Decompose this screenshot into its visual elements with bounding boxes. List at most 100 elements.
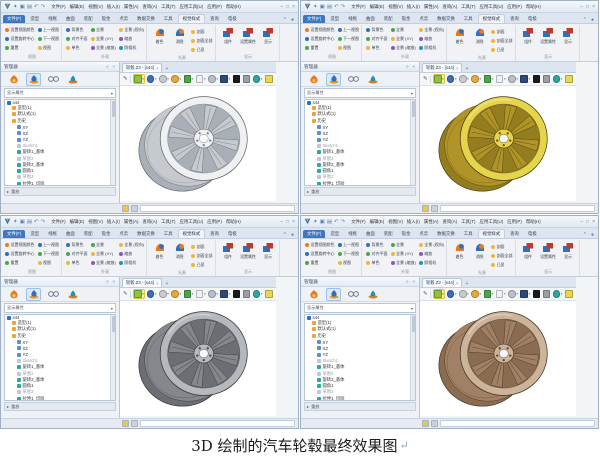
wireframe-display-icon[interactable]: ▾ [171, 75, 181, 83]
ribbon-button[interactable]: 设置视图颜色 [5, 26, 35, 34]
ribbon-button[interactable]: 凸显 [491, 261, 513, 269]
menu-item[interactable]: 应用工具(U) [180, 4, 204, 10]
solid-manager-tab-icon[interactable] [26, 72, 41, 86]
ribbon-tab[interactable]: 装配 [380, 230, 397, 238]
redo-icon[interactable]: ↷ [341, 219, 346, 225]
history-manager-tab-icon[interactable] [307, 289, 320, 300]
ribbon-tab[interactable]: 查询 [506, 15, 523, 23]
ribbon-tab[interactable]: 查询 [506, 230, 523, 238]
menu-item[interactable]: 应用(P) [207, 4, 222, 10]
new-tab-icon[interactable]: + [463, 281, 470, 287]
light-toggle-icon[interactable] [265, 75, 273, 83]
document-tab[interactable]: 轮毂.Z3 - [s44] × [422, 278, 463, 287]
ribbon-button[interactable]: 上一视图 [37, 241, 59, 249]
ribbon-button[interactable]: 重置 [305, 259, 335, 267]
new-file-icon[interactable]: ✦ [13, 4, 18, 10]
window-control-icon[interactable]: – [280, 219, 283, 225]
menu-item[interactable]: 属性(A) [424, 219, 439, 225]
layer-manager-tab-icon[interactable] [66, 74, 79, 85]
model-viewport[interactable] [420, 301, 576, 416]
ribbon-tab[interactable]: 线框 [344, 230, 361, 238]
ribbon-button[interactable]: 设置旋转中心 [305, 35, 335, 43]
menu-item[interactable]: 编辑(E) [370, 219, 385, 225]
ribbon-tab[interactable]: 装配 [80, 15, 97, 23]
background-black-icon[interactable] [232, 75, 241, 83]
tab-close-icon[interactable]: × [456, 66, 459, 71]
ribbon-tab[interactable]: 线框 [44, 230, 61, 238]
menu-item[interactable]: 视图(V) [88, 4, 103, 10]
ribbon-big-button[interactable]: 显示 [560, 26, 577, 45]
ribbon-tab[interactable]: 工具 [160, 15, 177, 23]
display-mode-dropdown[interactable]: 显示属性 ▾ [4, 303, 116, 313]
window-control-icon[interactable]: × [292, 4, 295, 10]
panel-pin-close-icons[interactable]: ⊹ × [405, 64, 416, 70]
ribbon-button[interactable]: 全景 [90, 241, 116, 249]
section-view-icon[interactable]: ▾ [183, 75, 193, 83]
ribbon-button[interactable]: 视图 [337, 44, 360, 52]
background-gray-icon[interactable] [542, 290, 551, 298]
ribbon-button[interactable]: 背景色 [366, 26, 388, 34]
replay-bar[interactable]: ▸ 重放 [4, 402, 116, 411]
menu-item[interactable]: 视图(V) [88, 219, 103, 225]
hidden-line-display-icon[interactable]: ▾ [459, 290, 469, 298]
help-icon[interactable]: ● [291, 17, 294, 23]
ribbon-big-button[interactable]: 设置属性 [240, 241, 257, 260]
layer-manager-tab-icon[interactable] [366, 74, 379, 85]
ribbon-button[interactable]: 缩放 [118, 35, 144, 43]
ribbon-tab[interactable]: 装配 [80, 230, 97, 238]
ribbon-button[interactable]: 缩放 [418, 35, 444, 43]
ribbon-button[interactable]: 重置 [305, 44, 335, 52]
new-file-icon[interactable]: ✦ [313, 4, 318, 10]
document-tab[interactable]: 轮毂.Z3 - [s44] × [422, 63, 463, 72]
menu-item[interactable]: 文件(F) [51, 219, 65, 225]
wireframe-display-icon[interactable]: ▾ [471, 290, 481, 298]
ribbon-button[interactable]: 上一视图 [337, 26, 359, 34]
solid-manager-tab-icon[interactable] [326, 72, 341, 86]
tree-scrollbar[interactable] [410, 100, 415, 185]
ribbon-tab[interactable]: 工具 [460, 15, 477, 23]
status-input-field[interactable] [440, 204, 595, 213]
window-control-icon[interactable]: – [580, 219, 583, 225]
open-file-icon[interactable]: ▤ [27, 219, 32, 225]
ribbon-tab[interactable]: 数据交换 [133, 15, 159, 23]
ribbon-tab[interactable]: 造型 [326, 15, 343, 23]
menu-item[interactable]: 帮助(H) [526, 219, 541, 225]
edit-sketch-icon[interactable]: ✎ [123, 291, 128, 297]
ribbon-tab[interactable]: 曲面 [362, 15, 379, 23]
help-icon[interactable]: ● [591, 17, 594, 23]
tab-close-icon[interactable]: × [156, 66, 159, 71]
ribbon-tab[interactable]: 曲面 [362, 230, 379, 238]
ribbon-tab[interactable]: 查询 [206, 15, 223, 23]
menu-item[interactable]: 插入(I) [107, 4, 120, 10]
shaded-display-icon[interactable]: ▾ [132, 288, 146, 300]
ribbon-big-button[interactable]: 组件 [220, 241, 237, 260]
status-input-field[interactable] [140, 204, 295, 213]
collapse-ribbon-icon[interactable]: ^ [284, 232, 286, 238]
hidden-line-display-icon[interactable]: ▾ [159, 75, 169, 83]
ribbon-tab[interactable]: 查询 [206, 230, 223, 238]
ribbon-button[interactable]: 重置 [5, 259, 35, 267]
solid-manager-tab-icon[interactable] [326, 287, 341, 301]
ribbon-tab[interactable]: 文件(F) [303, 15, 326, 23]
status-pick-icon[interactable] [131, 420, 139, 427]
ribbon-tab[interactable]: 造型 [326, 230, 343, 238]
ribbon-button[interactable]: 上一视图 [337, 241, 359, 249]
menu-item[interactable]: 帮助(H) [226, 219, 241, 225]
ribbon-button[interactable]: 单色 [366, 259, 388, 267]
globe-view-icon[interactable]: ▾ [552, 75, 563, 83]
annotation-icon[interactable]: ▾ [508, 290, 518, 298]
document-tab[interactable]: 轮毂.Z3 - [s44] × [122, 278, 163, 287]
redo-icon[interactable]: ↷ [41, 219, 46, 225]
display-mode-dropdown[interactable]: 显示属性 ▾ [304, 303, 416, 313]
tree-scrollbar[interactable] [410, 315, 415, 400]
ribbon-big-button[interactable]: 着色 [451, 241, 468, 260]
section-view-icon[interactable]: ▾ [483, 290, 493, 298]
tree-item[interactable]: 拉伸1_切除 [5, 396, 115, 400]
menu-item[interactable]: 属性(A) [124, 219, 139, 225]
ribbon-tab[interactable]: 视觉样式 [177, 14, 206, 23]
ribbon-button[interactable]: 全景 [390, 26, 416, 34]
visual-manager-tab-icon[interactable] [347, 289, 360, 300]
new-tab-icon[interactable]: + [163, 66, 170, 72]
globe-view-icon[interactable]: ▾ [252, 75, 263, 83]
ribbon-tab[interactable]: 线框 [344, 15, 361, 23]
